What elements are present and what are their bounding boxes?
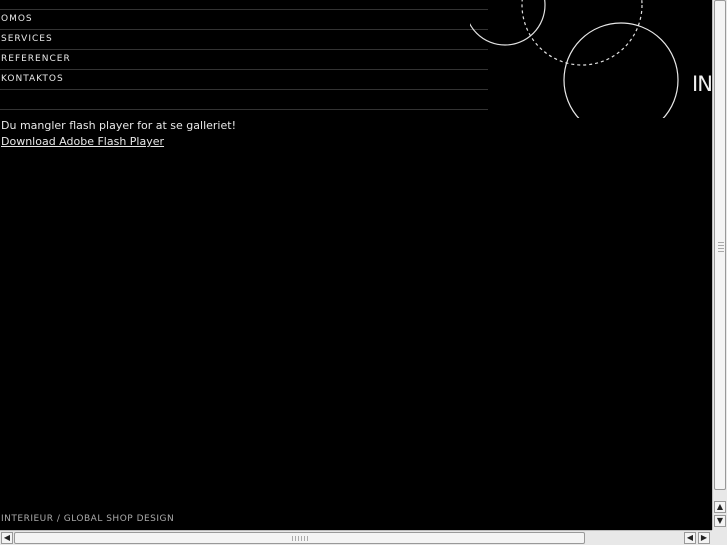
nav-item-kontaktos[interactable]: KONTAKTOS [0,70,488,90]
scroll-down-icon[interactable]: ▼ [714,515,726,527]
logo-text: IN [692,72,712,96]
circle-solid-large [563,22,679,120]
circle-solid-small [470,0,546,46]
horizontal-scrollbar[interactable]: ◀ ◀ ▶ [0,530,712,545]
circle-crop-mask [470,118,712,120]
flash-missing-message: Du mangler flash player for at se galler… [1,119,236,132]
download-flash-link[interactable]: Download Adobe Flash Player [1,135,164,148]
main-navigation: OMOS SERVICES REFERENCER KONTAKTOS [0,0,488,110]
scroll-left-icon[interactable]: ◀ [1,532,13,544]
footer-tagline: INTERIEUR / GLOBAL SHOP DESIGN [1,514,175,524]
vertical-scrollbar[interactable]: ▲ ▼ [712,0,727,530]
grip-icon [292,536,308,541]
page-viewport: OMOS SERVICES REFERENCER KONTAKTOS IN Du… [0,0,712,530]
nav-item-services[interactable]: SERVICES [0,30,488,50]
nav-item-referencer[interactable]: REFERENCER [0,50,488,70]
decorative-circles [470,0,712,120]
nav-divider [0,0,488,10]
grip-icon [718,240,724,252]
nav-item-omos[interactable]: OMOS [0,10,488,30]
vertical-scroll-thumb[interactable] [714,0,726,490]
circle-dashed [521,0,643,66]
scroll-left-icon[interactable]: ◀ [684,532,696,544]
scroll-right-icon[interactable]: ▶ [698,532,710,544]
horizontal-scroll-thumb[interactable] [14,532,585,544]
nav-item-empty [0,90,488,110]
scrollbar-corner [712,530,727,545]
scroll-up-icon[interactable]: ▲ [714,501,726,513]
